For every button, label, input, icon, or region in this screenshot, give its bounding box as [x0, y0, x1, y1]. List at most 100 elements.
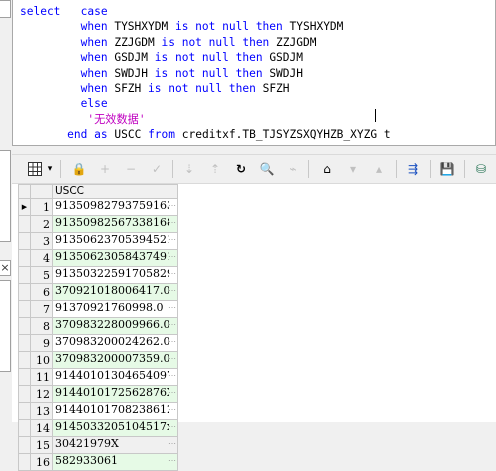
row-indicator[interactable] — [18, 436, 31, 454]
row-indicator[interactable] — [18, 351, 31, 369]
prev-button[interactable]: ▴ — [368, 159, 390, 179]
cell-editor-icon[interactable]: ⋯ — [168, 370, 176, 383]
row-indicator[interactable] — [18, 215, 31, 233]
row-number: 13 — [30, 402, 53, 420]
row-number: 5 — [30, 266, 53, 284]
sql-editor[interactable]: select case when TYSHXYDM is not null th… — [12, 0, 496, 146]
find-button[interactable]: 🔍 — [256, 159, 278, 179]
table-row[interactable]: 491350623058437491Q⋯ — [18, 249, 178, 267]
grid-view-button[interactable] — [24, 159, 46, 179]
sql-keyword: when — [80, 82, 108, 96]
cell-editor-icon[interactable]: ⋯ — [168, 217, 176, 230]
result-grid[interactable]: USCC ▶ 1 913509827937591637 ⋯ 2 9135098256733… — [12, 184, 496, 471]
next-button[interactable]: ▾ — [342, 159, 364, 179]
table-row[interactable]: 15 30421979X ⋯ — [18, 436, 178, 454]
row-number: 10 — [30, 351, 53, 369]
uscc-cell[interactable]: 91440101304654097F ⋯ — [52, 368, 178, 386]
connection-button[interactable]: ⛁ — [470, 159, 492, 179]
row-indicator[interactable] — [18, 317, 31, 335]
column-header-uscc[interactable]: USCC — [52, 184, 178, 199]
uscc-cell[interactable]: 370983200007359.0 ⋯ — [52, 351, 178, 369]
result-table[interactable]: USCC ▶ 1 913509827937591637 ⋯ 2 9135098256733… — [18, 184, 178, 471]
sql-keyword: then — [255, 20, 283, 34]
table-row[interactable]: 5 91350322591705829T ⋯ — [18, 266, 178, 284]
sql-column: TYSHXYDM — [289, 20, 344, 34]
row-indicator[interactable] — [18, 300, 31, 318]
left-close-button[interactable]: × — [0, 260, 11, 276]
table-row[interactable]: 16 582933061 ⋯ — [18, 453, 178, 471]
row-indicator[interactable] — [18, 385, 31, 403]
row-indicator[interactable]: ▶ — [18, 198, 31, 216]
uscc-cell[interactable]: 913506237053945210 ⋯ — [52, 232, 178, 250]
uscc-cell[interactable]: 370983200024262.0 ⋯ — [52, 334, 178, 352]
uscc-cell[interactable]: 9145033205104517x8 ⋯ — [52, 419, 178, 437]
refresh-button[interactable]: ↻ — [230, 159, 252, 179]
row-indicator[interactable] — [18, 334, 31, 352]
cell-editor-icon[interactable]: ⋯ — [168, 302, 176, 315]
sql-column: SFZH — [262, 82, 290, 96]
lock-button[interactable]: 🔒 — [68, 159, 90, 179]
clear-button[interactable]: ⌁ — [282, 159, 304, 179]
post-changes-button[interactable]: ✓ — [146, 159, 168, 179]
table-row[interactable]: 7 91370921760998.0 ⋯ — [18, 300, 178, 318]
row-indicator[interactable] — [18, 266, 31, 284]
home-button[interactable]: ⌂ — [316, 159, 338, 179]
table-row[interactable]: 9 370983200024262.0 ⋯ — [18, 334, 178, 352]
grid-view-dropdown[interactable]: ▾ — [44, 159, 56, 179]
row-indicator[interactable] — [18, 283, 31, 301]
add-record-button[interactable]: + — [94, 159, 116, 179]
table-row[interactable]: 8 370983228009966.0 ⋯ — [18, 317, 178, 335]
uscc-cell[interactable]: 370921018006417.0 ⋯ — [52, 283, 178, 301]
delete-record-button[interactable]: − — [120, 159, 142, 179]
cell-editor-icon[interactable]: ⋯ — [168, 336, 176, 349]
save-button[interactable]: 💾 — [436, 159, 458, 179]
cell-editor-icon[interactable]: ⋯ — [168, 234, 176, 247]
cell-editor-icon[interactable]: ⋯ — [168, 285, 176, 298]
uscc-cell[interactable]: 9144010172562876XM⋯ — [52, 385, 178, 403]
header-corner — [18, 184, 31, 199]
uscc-cell[interactable]: 582933061 ⋯ — [52, 453, 178, 471]
row-indicator[interactable] — [18, 232, 31, 250]
uscc-cell[interactable]: 91350322591705829T ⋯ — [52, 266, 178, 284]
cell-editor-icon[interactable]: ⋯ — [168, 319, 176, 332]
uscc-cell[interactable]: 913509827937591637 ⋯ — [52, 198, 178, 216]
table-row[interactable]: 129144010172562876XM⋯ — [18, 385, 178, 403]
sort-asc-button[interactable]: ⇡ — [204, 159, 226, 179]
sql-text[interactable]: select case when TYSHXYDM is not null th… — [20, 4, 391, 143]
row-indicator[interactable] — [18, 453, 31, 471]
row-indicator[interactable] — [18, 419, 31, 437]
cell-editor-icon[interactable]: ⋯ — [168, 455, 176, 468]
uscc-cell[interactable]: 91370921760998.0 ⋯ — [52, 300, 178, 318]
left-panel-box — [0, 0, 11, 18]
uscc-cell[interactable]: 914401017082386123 ⋯ — [52, 402, 178, 420]
cell-editor-icon[interactable]: ⋯ — [168, 200, 176, 213]
uscc-cell[interactable]: 91350623058437491Q⋯ — [52, 249, 178, 267]
table-row[interactable]: ▶ 1 913509827937591637 ⋯ — [18, 198, 178, 216]
row-indicator[interactable] — [18, 249, 31, 267]
table-row[interactable]: 3 913506237053945210 ⋯ — [18, 232, 178, 250]
toolbar-separator — [430, 160, 431, 178]
table-row[interactable]: 11 91440101304654097F ⋯ — [18, 368, 178, 386]
table-row[interactable]: 6 370921018006417.0 ⋯ — [18, 283, 178, 301]
row-indicator[interactable] — [18, 368, 31, 386]
uscc-cell[interactable]: 370983228009966.0 ⋯ — [52, 317, 178, 335]
uscc-cell[interactable]: 91350982567338168H⋯ — [52, 215, 178, 233]
table-row[interactable]: 10 370983200007359.0 ⋯ — [18, 351, 178, 369]
cell-editor-icon[interactable]: ⋯ — [168, 251, 176, 264]
cell-editor-icon[interactable]: ⋯ — [168, 268, 176, 281]
sql-keyword: when — [80, 51, 108, 65]
table-row[interactable]: 291350982567338168H⋯ — [18, 215, 178, 233]
sort-desc-button[interactable]: ⇣ — [178, 159, 200, 179]
table-row[interactable]: 14 9145033205104517x8 ⋯ — [18, 419, 178, 437]
export-button[interactable]: ⇶ — [402, 159, 424, 179]
row-indicator[interactable] — [18, 402, 31, 420]
uscc-cell[interactable]: 30421979X ⋯ — [52, 436, 178, 454]
sql-keyword: when — [80, 20, 108, 34]
cell-editor-icon[interactable]: ⋯ — [168, 353, 176, 366]
sql-keyword: is not null — [154, 66, 229, 80]
cell-editor-icon[interactable]: ⋯ — [168, 438, 176, 451]
cell-editor-icon[interactable]: ⋯ — [168, 404, 176, 417]
sql-column: ZZJGDM — [114, 35, 155, 49]
table-row[interactable]: 13 914401017082386123 ⋯ — [18, 402, 178, 420]
cell-editor-icon[interactable]: ⋯ — [168, 387, 176, 400]
